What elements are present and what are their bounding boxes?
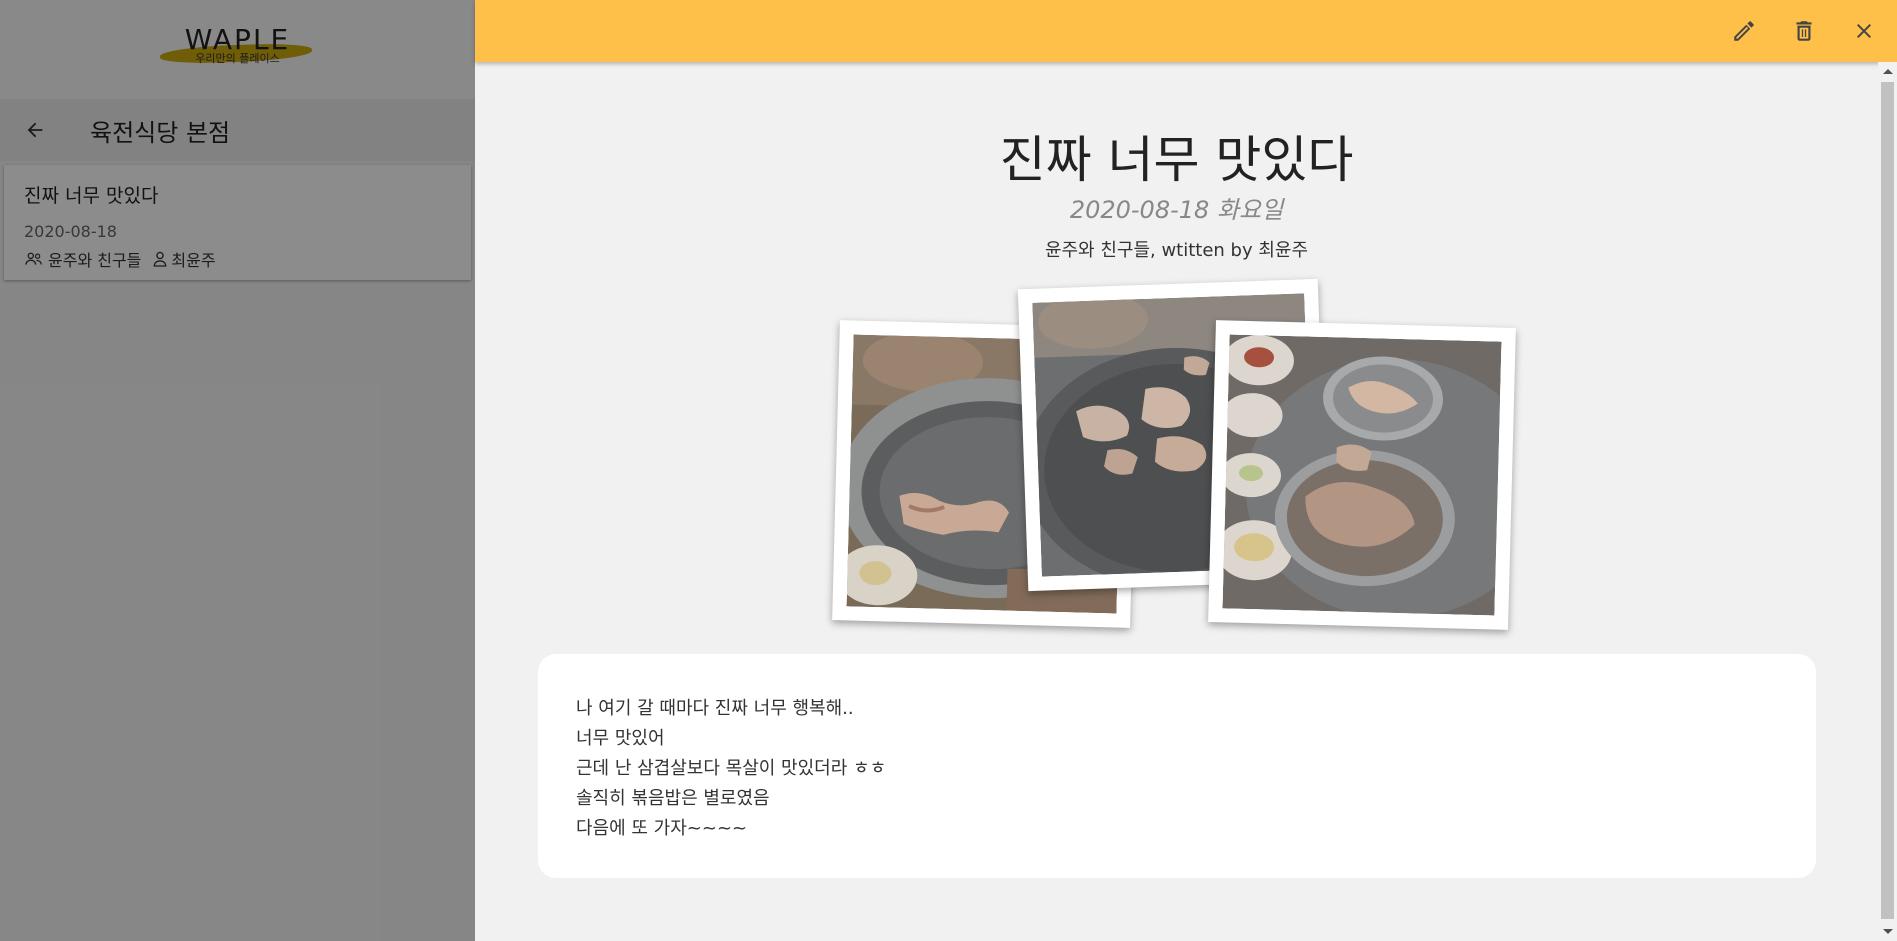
close-icon [1857,24,1871,38]
edit-icon [1734,21,1754,41]
photo-image [1222,334,1502,616]
post-content-line: 다음에 또 가자~~~~ [576,818,748,839]
logo-subtitle: 우리만의 플레이스 [195,51,280,65]
store-title: 육전식당 본점 [90,118,231,147]
post-card-author: 최윤주 [171,251,216,270]
dialog-toolbar [475,0,1897,62]
post-content-line: 근데 난 삼겹살보다 목살이 맛있더라 ㅎㅎ [576,758,887,779]
post-content-line: 나 여기 갈 때마다 진짜 너무 행복해.. [576,698,854,719]
post-content-card: 나 여기 갈 때마다 진짜 너무 행복해.. 너무 맛있어 근데 난 삼겹살보다… [538,654,1816,878]
post-content-line: 솔직히 볶음밥은 별로였음 [576,788,770,809]
post-detail-dialog: 진짜 너무 맛있다 2020-08-18 화요일 윤주와 친구들, wtitte… [475,0,1897,941]
close-button[interactable] [1845,12,1883,50]
post-content-line: 너무 맛있어 [576,728,665,749]
logo[interactable]: WAPLE 우리만의 플레이스 [158,22,318,75]
logo-title: WAPLE [184,22,291,56]
logo-area: WAPLE 우리만의 플레이스 [0,0,475,99]
photo-thumbnail[interactable] [1208,320,1516,630]
delete-button[interactable] [1785,12,1823,50]
scrollbar[interactable] [1878,62,1897,941]
store-header: 육전식당 본점 [0,99,475,161]
person-icon [153,251,167,267]
post-list-item[interactable]: 진짜 너무 맛있다 2020-08-18 윤주와 친구들 최윤주 [4,165,471,280]
dialog-content: 진짜 너무 맛있다 2020-08-18 화요일 윤주와 친구들, wtitte… [475,62,1878,941]
post-card-title: 진짜 너무 맛있다 [24,185,159,207]
edit-button[interactable] [1725,12,1763,50]
post-card-meta: 윤주와 친구들 최윤주 [24,247,451,271]
scroll-thumb[interactable] [1881,82,1894,919]
delete-icon [1796,21,1812,41]
post-card-group: 윤주와 친구들 [48,251,142,270]
post-card-date: 2020-08-18 [24,222,117,241]
group-icon [24,251,44,267]
left-panel: WAPLE 우리만의 플레이스 육전식당 본점 진짜 너무 맛있다 2020-0… [0,0,475,941]
back-arrow-icon[interactable] [20,115,50,145]
scroll-down-icon[interactable] [1883,929,1893,934]
scroll-up-icon[interactable] [1883,69,1893,74]
